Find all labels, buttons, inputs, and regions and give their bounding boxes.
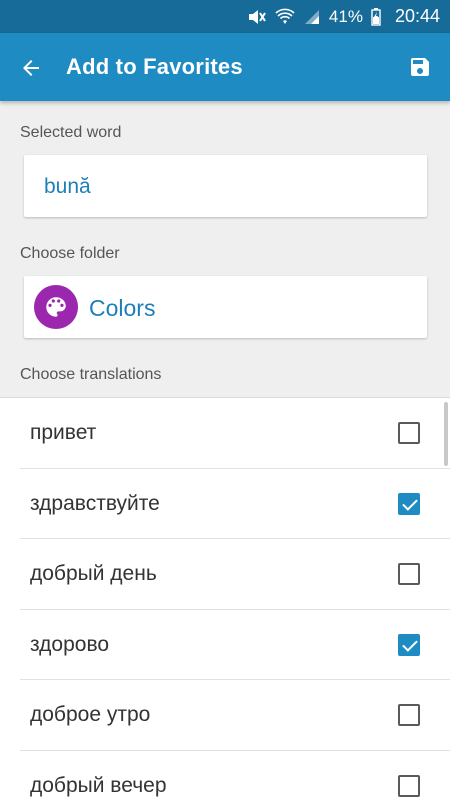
- app-bar: Add to Favorites: [0, 33, 450, 101]
- choose-translations-label: Choose translations: [20, 366, 162, 383]
- battery-icon: [371, 7, 381, 26]
- translation-text: добрый вечер: [30, 773, 167, 797]
- folder-selector[interactable]: Colors: [24, 276, 427, 338]
- translation-item[interactable]: здравствуйте: [20, 469, 450, 539]
- translation-text: привет: [30, 421, 97, 444]
- back-button[interactable]: [14, 51, 48, 85]
- translation-item[interactable]: привет: [20, 398, 450, 469]
- translation-item[interactable]: здорово: [20, 610, 450, 680]
- content: Selected word bună Choose folder Colors …: [0, 101, 450, 800]
- translation-text: здравствуйте: [30, 491, 160, 515]
- choose-folder-label: Choose folder: [20, 245, 120, 262]
- selected-word-value: bună: [44, 175, 91, 198]
- battery-percent: 41%: [328, 6, 363, 26]
- page-title: Add to Favorites: [66, 54, 243, 79]
- translation-checkbox[interactable]: [398, 492, 420, 515]
- translation-item[interactable]: добрый вечер: [20, 751, 450, 800]
- save-icon: [411, 58, 429, 76]
- status-icons: 41% 20:44: [247, 0, 440, 33]
- palette-icon: [34, 285, 78, 329]
- translation-checkbox[interactable]: [398, 563, 420, 585]
- translation-checkbox[interactable]: [398, 774, 420, 797]
- status-bar: 41% 20:44: [0, 0, 450, 33]
- save-button[interactable]: [406, 53, 434, 81]
- translation-text: доброе утро: [30, 703, 151, 726]
- translation-text: здорово: [30, 632, 110, 656]
- mute-icon: [247, 8, 267, 26]
- translation-checkbox[interactable]: [398, 704, 420, 726]
- translation-checkbox[interactable]: [398, 633, 420, 656]
- translation-item[interactable]: доброе утро: [20, 680, 450, 751]
- clock: 20:44: [394, 6, 440, 26]
- selected-word-card: bună: [24, 155, 427, 217]
- translation-text: добрый день: [30, 562, 157, 585]
- selected-word-label: Selected word: [20, 124, 122, 141]
- translation-item[interactable]: добрый день: [20, 539, 450, 610]
- wifi-icon: [275, 8, 295, 26]
- translation-checkbox[interactable]: [398, 422, 420, 444]
- arrow-back-icon: [23, 60, 39, 76]
- translations-list[interactable]: привет здравствуйте добрый день здорово …: [0, 397, 450, 800]
- signal-icon: [303, 8, 321, 26]
- folder-name: Colors: [89, 295, 156, 321]
